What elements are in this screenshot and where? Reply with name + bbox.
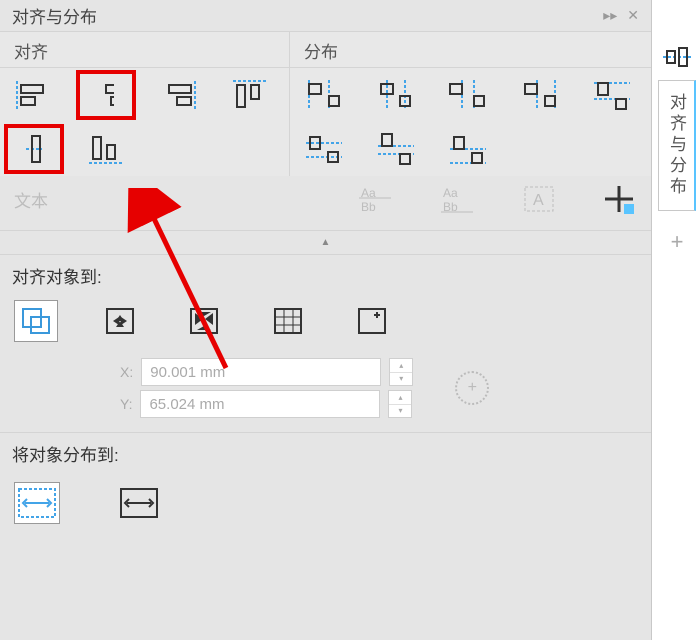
align-to-page-center-button[interactable]	[182, 300, 226, 342]
add-guide-button[interactable]	[601, 184, 637, 214]
panel-titlebar: 对齐与分布 ▸▸ ✕	[0, 0, 651, 32]
distribute-top-button[interactable]	[590, 78, 634, 112]
distribute-to-label: 将对象分布到:	[0, 433, 651, 474]
distribute-to-selection-button[interactable]	[14, 482, 60, 524]
align-icons-group	[0, 68, 290, 176]
align-center-vertical-button[interactable]	[12, 132, 56, 166]
distribute-right-button[interactable]	[518, 78, 562, 112]
svg-text:A: A	[533, 192, 544, 209]
align-right-button[interactable]	[156, 78, 200, 112]
align-top-button[interactable]	[228, 78, 272, 112]
x-stepper[interactable]: ▴▾	[389, 358, 413, 386]
set-origin-button[interactable]: +	[455, 371, 489, 405]
distribute-center-v-button[interactable]	[302, 132, 346, 166]
align-bottom-button[interactable]	[84, 132, 128, 166]
distribute-to-page-button[interactable]	[116, 482, 162, 524]
align-to-point-button[interactable]	[350, 300, 394, 342]
text-baseline-first-icon[interactable]: AaBb	[355, 184, 395, 214]
align-to-active-objects-button[interactable]	[14, 300, 58, 342]
x-label: X:	[120, 364, 133, 380]
text-align-row: 文本 AaBb AaBb A	[0, 176, 651, 231]
distribute-icons-group	[290, 68, 651, 176]
distribute-section-label: 分布	[290, 32, 651, 67]
distribute-center-h-button[interactable]	[374, 78, 418, 112]
align-to-page-edge-button[interactable]	[98, 300, 142, 342]
align-left-button[interactable]	[12, 78, 56, 112]
close-icon[interactable]: ✕	[627, 7, 639, 24]
panel-title-text: 对齐与分布	[12, 3, 97, 28]
side-align-icon[interactable]	[659, 40, 695, 74]
add-panel-button[interactable]: +	[671, 217, 684, 255]
y-input[interactable]	[140, 390, 380, 418]
align-to-grid-button[interactable]	[266, 300, 310, 342]
text-section-label: 文本	[14, 187, 48, 212]
collapse-icon[interactable]: ▸▸	[603, 7, 617, 24]
distribute-left-button[interactable]	[302, 78, 346, 112]
y-stepper[interactable]: ▴▾	[388, 390, 412, 418]
x-input[interactable]	[141, 358, 381, 386]
coordinate-box: X: ▴▾ Y: ▴▾ +	[0, 354, 651, 433]
distribute-spacing-v-button[interactable]	[374, 132, 418, 166]
align-to-label: 对齐对象到:	[0, 255, 651, 296]
collapse-toggle[interactable]: ▲	[0, 231, 651, 255]
text-baseline-last-icon[interactable]: AaBb	[437, 184, 477, 214]
align-distribute-panel: 对齐与分布 ▸▸ ✕ 对齐 分布	[0, 0, 652, 640]
svg-text:Aa: Aa	[443, 186, 458, 200]
text-bounding-box-icon[interactable]: A	[519, 184, 559, 214]
svg-text:Bb: Bb	[443, 200, 458, 213]
distribute-spacing-h-button[interactable]	[446, 78, 490, 112]
side-tab-bar: 对齐与分布 +	[654, 32, 700, 255]
distribute-bottom-button[interactable]	[446, 132, 490, 166]
y-label: Y:	[120, 396, 132, 412]
distribute-target-row	[0, 474, 651, 542]
align-section-label: 对齐	[0, 32, 290, 67]
svg-text:Bb: Bb	[361, 200, 376, 213]
align-center-horizontal-button[interactable]	[84, 78, 128, 112]
side-tab-align-distribute[interactable]: 对齐与分布	[658, 80, 696, 211]
section-header-row: 对齐 分布	[0, 32, 651, 68]
align-target-row	[0, 296, 651, 354]
